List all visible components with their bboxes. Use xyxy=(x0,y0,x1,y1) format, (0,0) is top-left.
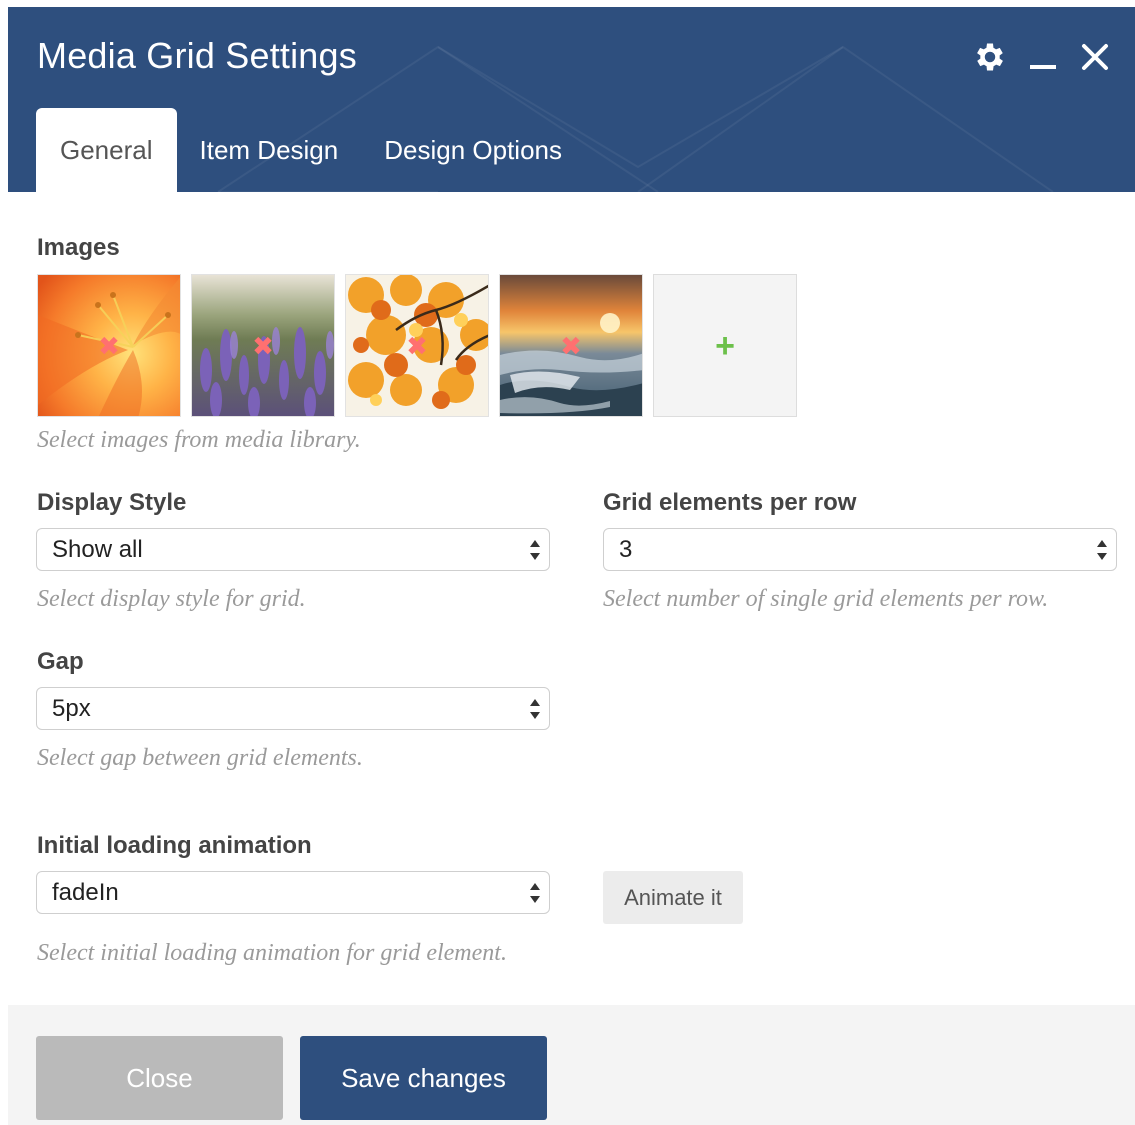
image-thumbnail[interactable]: ✖ xyxy=(191,274,335,417)
plus-icon: + xyxy=(715,326,735,365)
select-arrows-icon xyxy=(530,540,540,560)
image-thumbnail[interactable]: ✖ xyxy=(345,274,489,417)
animation-label: Initial loading animation xyxy=(37,832,312,859)
save-changes-button[interactable]: Save changes xyxy=(300,1036,547,1120)
display-style-value: Show all xyxy=(52,535,143,563)
select-arrows-icon xyxy=(1097,540,1107,560)
animation-select[interactable]: fadeIn xyxy=(36,871,550,914)
tab-bar: General Item Design Design Options xyxy=(36,107,585,192)
select-arrows-icon xyxy=(530,883,540,903)
minimize-icon[interactable] xyxy=(1030,65,1056,71)
display-style-label: Display Style xyxy=(37,489,187,516)
tab-item-design[interactable]: Item Design xyxy=(177,108,362,192)
settings-dialog: Media Grid Settings General Item Design … xyxy=(8,7,1135,1125)
animation-hint: Select initial loading animation for gri… xyxy=(37,940,507,966)
image-thumbnail[interactable]: ✖ xyxy=(37,274,181,417)
images-label: Images xyxy=(37,234,120,261)
gap-value: 5px xyxy=(52,694,91,722)
grid-elements-select[interactable]: 3 xyxy=(603,528,1117,571)
select-arrows-icon xyxy=(530,699,540,719)
animate-it-button[interactable]: Animate it xyxy=(603,871,743,924)
dialog-footer: Close Save changes xyxy=(8,1005,1135,1125)
image-thumbnail[interactable]: ✖ xyxy=(499,274,643,417)
close-icon[interactable] xyxy=(1081,43,1109,71)
grid-elements-hint: Select number of single grid elements pe… xyxy=(603,586,1049,612)
animation-value: fadeIn xyxy=(52,878,119,906)
dialog-title: Media Grid Settings xyxy=(37,35,357,76)
remove-icon[interactable]: ✖ xyxy=(406,333,428,359)
gap-select[interactable]: 5px xyxy=(36,687,550,730)
display-style-hint: Select display style for grid. xyxy=(37,586,306,612)
tab-design-options[interactable]: Design Options xyxy=(361,108,585,192)
remove-icon[interactable]: ✖ xyxy=(252,333,274,359)
remove-icon[interactable]: ✖ xyxy=(560,333,582,359)
grid-elements-value: 3 xyxy=(619,535,633,563)
add-image-button[interactable]: + xyxy=(653,274,797,417)
remove-icon[interactable]: ✖ xyxy=(98,333,120,359)
display-style-select[interactable]: Show all xyxy=(36,528,550,571)
grid-elements-label: Grid elements per row xyxy=(603,489,857,516)
images-hint: Select images from media library. xyxy=(37,427,361,453)
dialog-header: Media Grid Settings General Item Design … xyxy=(8,7,1135,192)
image-list: ✖ ✖ ✖ ✖ + xyxy=(37,274,797,417)
gap-label: Gap xyxy=(37,648,84,675)
gear-icon[interactable] xyxy=(972,39,1008,75)
tab-general[interactable]: General xyxy=(36,108,177,192)
gap-hint: Select gap between grid elements. xyxy=(37,745,363,771)
close-button[interactable]: Close xyxy=(36,1036,283,1120)
